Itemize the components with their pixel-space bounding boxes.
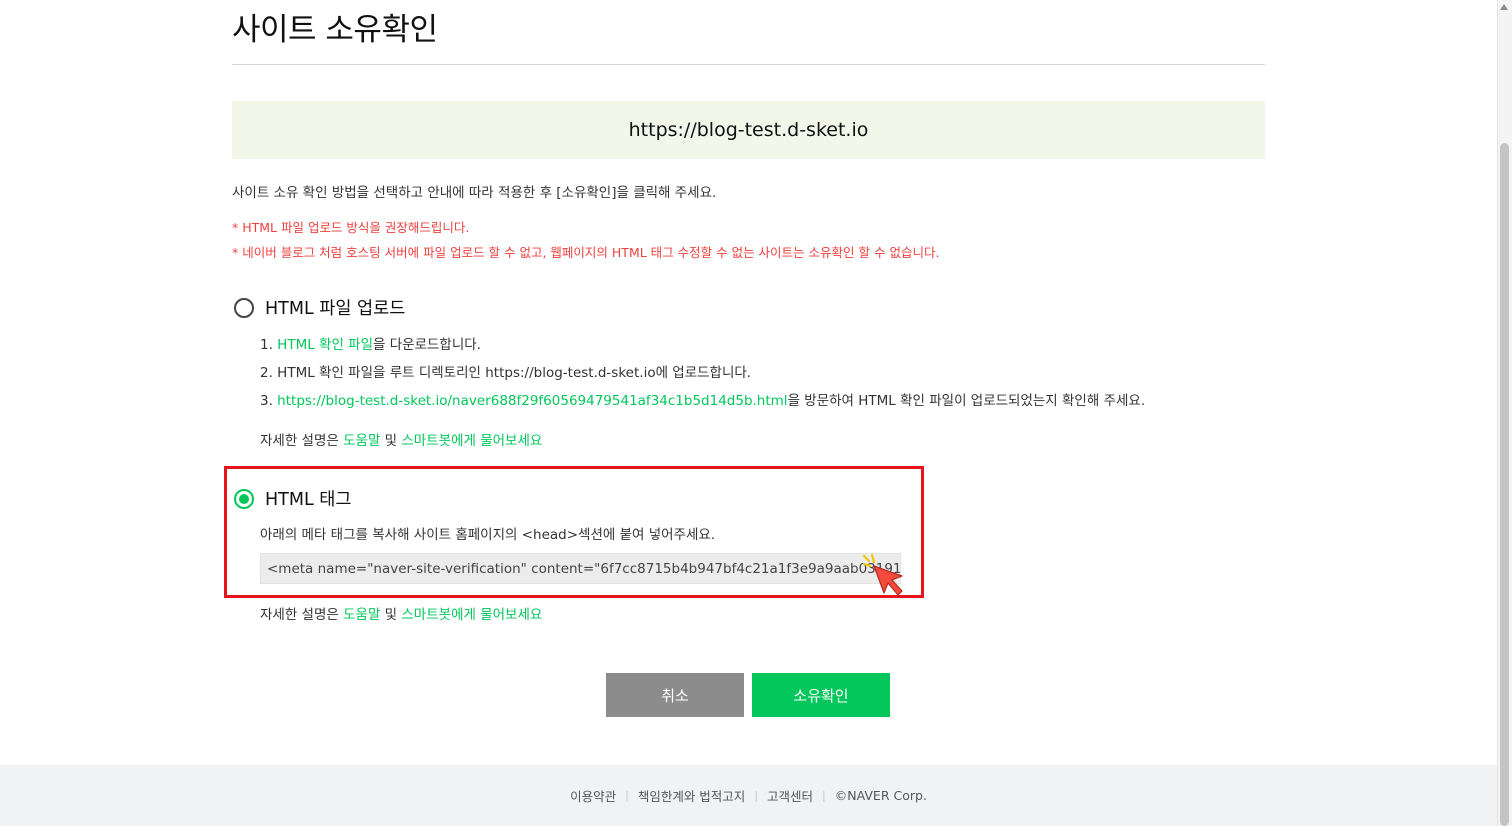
file-smartbot-link[interactable]: 스마트봇에게 물어보세요 xyxy=(401,433,542,449)
html-file-option[interactable]: HTML 파일 업로드 xyxy=(234,295,405,320)
scrollbar-thumb[interactable] xyxy=(1500,143,1509,826)
recommend-note: * HTML 파일 업로드 방식을 권장해드립니다. xyxy=(232,220,470,235)
title-divider xyxy=(232,64,1265,65)
file-help-prefix: 자세한 설명은 xyxy=(260,433,344,449)
file-help-link[interactable]: 도움말 xyxy=(343,433,380,449)
html-tag-label: HTML 태그 xyxy=(265,490,352,510)
html-file-label: HTML 파일 업로드 xyxy=(265,299,406,319)
download-html-file-link[interactable]: HTML 확인 파일 xyxy=(277,337,373,353)
html-file-radio[interactable] xyxy=(234,297,254,318)
footer: 이용약관 | 책임한계와 법적고지 | 고객센터 | ©NAVER Corp. xyxy=(0,765,1497,826)
footer-support-link[interactable]: 고객센터 xyxy=(767,786,813,805)
file-step-1-suffix: 을 다운로드합니다. xyxy=(373,337,481,353)
file-step-3: 3. https://blog-test.d-sket.io/naver688f… xyxy=(260,389,1145,409)
tag-smartbot-link[interactable]: 스마트봇에게 물어보세요 xyxy=(401,607,542,623)
footer-separator: | xyxy=(822,789,826,802)
footer-separator: | xyxy=(625,789,629,802)
guide-text: 사이트 소유 확인 방법을 선택하고 안내에 따라 적용한 후 [소유확인]을 … xyxy=(232,185,717,201)
verification-file-url-link[interactable]: https://blog-test.d-sket.io/naver688f29f… xyxy=(277,393,787,409)
file-step-3-prefix: 3. xyxy=(260,393,278,409)
site-url-box: https://blog-test.d-sket.io xyxy=(232,101,1265,159)
html-tag-radio[interactable] xyxy=(234,488,254,509)
file-step-3-suffix: 을 방문하여 HTML 확인 파일이 업로드되었는지 확인해 주세요. xyxy=(787,393,1146,409)
footer-separator: | xyxy=(754,789,759,802)
site-url: https://blog-test.d-sket.io xyxy=(628,119,869,141)
tag-help-link[interactable]: 도움말 xyxy=(343,607,380,623)
file-help-text: 자세한 설명은 도움말 및 스마트봇에게 물어보세요 xyxy=(260,429,542,449)
verify-ownership-button[interactable]: 소유확인 xyxy=(752,673,890,717)
restriction-note: * 네이버 블로그 처럼 호스팅 서버에 파일 업로드 할 수 없고, 웹페이지… xyxy=(232,245,940,260)
vertical-scrollbar[interactable] xyxy=(1497,0,1512,826)
meta-tag-description: 아래의 메타 태그를 복사해 사이트 홈페이지의 <head>섹션에 붙여 넣어… xyxy=(260,527,716,543)
cancel-button[interactable]: 취소 xyxy=(606,673,744,717)
meta-tag-text[interactable]: <meta name="naver-site-verification" con… xyxy=(267,561,900,577)
file-step-1: 1. HTML 확인 파일을 다운로드합니다. xyxy=(260,333,481,353)
tag-help-prefix: 자세한 설명은 xyxy=(260,607,344,623)
html-tag-option[interactable]: HTML 태그 xyxy=(234,486,351,511)
meta-tag-field[interactable]: <meta name="naver-site-verification" con… xyxy=(260,553,901,584)
tag-help-text: 자세한 설명은 도움말 및 스마트봇에게 물어보세요 xyxy=(260,603,542,623)
file-step-1-prefix: 1. xyxy=(260,337,278,353)
footer-legal-link[interactable]: 책임한계와 법적고지 xyxy=(638,786,745,805)
file-step-2: 2. HTML 확인 파일을 루트 디렉토리인 https://blog-tes… xyxy=(260,365,752,381)
page-title: 사이트 소유확인 xyxy=(232,12,438,48)
footer-terms-link[interactable]: 이용약관 xyxy=(570,786,616,805)
footer-copyright: ©NAVER Corp. xyxy=(834,788,927,803)
pointer-cursor-icon xyxy=(862,553,903,596)
scroll-up-arrow-icon[interactable] xyxy=(1500,4,1508,10)
tag-help-mid: 및 xyxy=(380,607,402,623)
file-help-mid: 및 xyxy=(380,433,402,449)
